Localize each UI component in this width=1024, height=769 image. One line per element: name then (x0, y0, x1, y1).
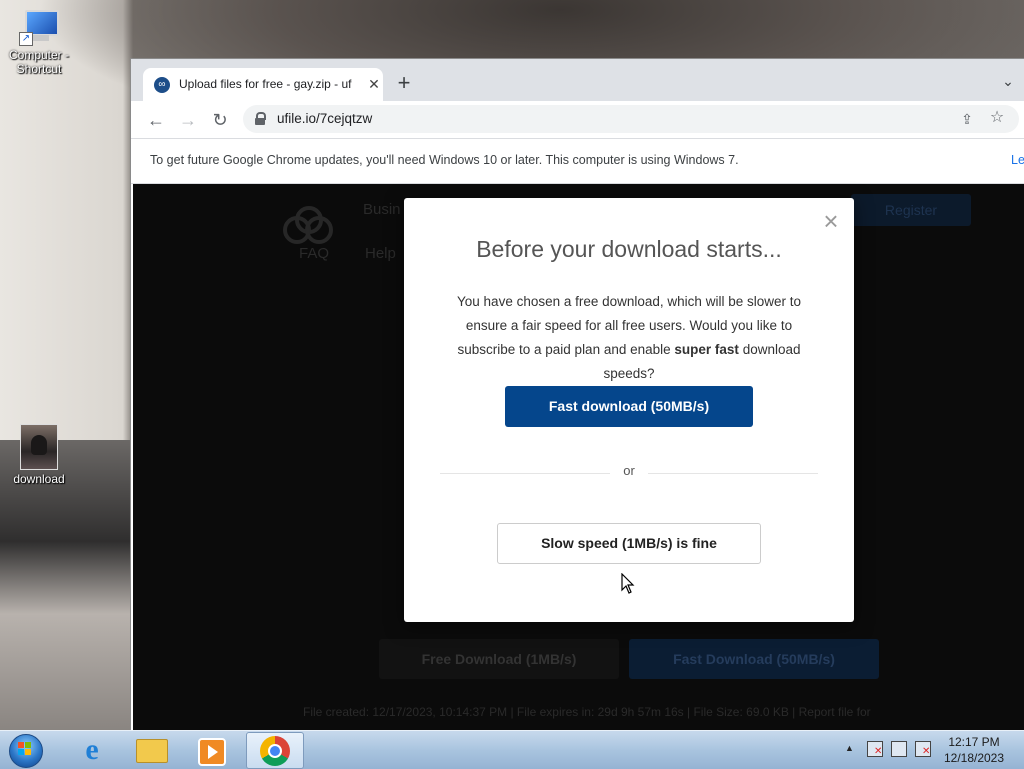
fast-download-button[interactable]: Fast download (50MB/s) (505, 386, 753, 427)
tab-title: Upload files for free - gay.zip - uf (179, 77, 352, 91)
media-player-icon (198, 738, 226, 766)
infobar-learn-more-link[interactable]: Le (1011, 153, 1024, 167)
address-bar[interactable]: ufile.io/7cejqtzw ⇪ ☆ (243, 105, 1019, 133)
windows-flag-icon (18, 742, 32, 756)
tab-search-chevron-icon[interactable]: ⌄ (999, 73, 1017, 91)
modal-title: Before your download starts... (476, 236, 782, 262)
taskbar-media-player[interactable] (182, 732, 238, 767)
nav-faq-link[interactable]: FAQ (299, 245, 329, 262)
update-infobar: To get future Google Chrome updates, you… (131, 139, 1024, 184)
folder-icon (136, 739, 168, 763)
modal-body: You have chosen a free download, which w… (436, 290, 822, 386)
browser-toolbar: ← → ↻ ufile.io/7cejqtzw ⇪ ☆ (131, 101, 1024, 139)
taskbar-chrome[interactable] (246, 732, 304, 769)
new-tab-button[interactable]: + (393, 72, 415, 94)
desktop-icon-label: Computer - Shortcut (8, 48, 70, 76)
share-icon[interactable]: ⇪ (957, 109, 977, 129)
clock-date: 12/18/2023 (943, 751, 1005, 765)
clock-time: 12:17 PM (948, 735, 1000, 749)
nav-business-link[interactable]: Busin (363, 201, 401, 218)
taskbar-internet-explorer[interactable]: e (62, 732, 118, 767)
infobar-message: To get future Google Chrome updates, you… (150, 153, 739, 167)
ufile-favicon-icon: ∞ (154, 77, 170, 93)
forward-arrow-icon[interactable]: → (175, 107, 201, 133)
register-button[interactable]: Register (851, 194, 971, 226)
lock-icon (255, 112, 266, 125)
reload-icon[interactable]: ↻ (207, 107, 233, 133)
network-icon[interactable] (891, 741, 907, 757)
taskbar-file-explorer[interactable] (122, 732, 178, 767)
start-button[interactable] (6, 733, 46, 768)
image-file-icon (20, 424, 58, 470)
free-download-button[interactable]: Free Download (1MB/s) (379, 639, 619, 679)
desktop-icon-computer[interactable]: ↗ Computer - Shortcut (2, 10, 76, 76)
tab-close-icon[interactable]: ✕ (365, 75, 383, 93)
volume-muted-icon[interactable] (915, 741, 931, 757)
or-separator: or (623, 463, 635, 478)
file-info-footer: File created: 12/17/2023, 10:14:37 PM | … (303, 705, 871, 719)
nav-help-link[interactable]: Help (365, 245, 396, 262)
fast-download-page-button[interactable]: Fast Download (50MB/s) (629, 639, 879, 679)
desktop-icon-label: download (13, 472, 65, 486)
taskbar-clock[interactable]: 12:17 PM 12/18/2023 (934, 734, 1014, 766)
close-icon[interactable]: × (820, 208, 842, 234)
download-modal: × Before your download starts... You hav… (404, 198, 854, 622)
chrome-icon (260, 736, 290, 766)
modal-body-emphasis: super fast (674, 342, 739, 357)
internet-explorer-icon: e (85, 733, 99, 766)
taskbar: e ▲ 12:17 PM 12/18/2023 (0, 730, 1024, 769)
bookmark-star-icon[interactable]: ☆ (987, 108, 1007, 128)
slow-download-button[interactable]: Slow speed (1MB/s) is fine (497, 523, 761, 564)
desktop-icon-download[interactable]: download (2, 424, 76, 486)
back-arrow-icon[interactable]: ← (143, 107, 169, 133)
address-url[interactable]: ufile.io/7cejqtzw (277, 111, 372, 126)
show-hidden-icons-arrow[interactable]: ▲ (845, 743, 854, 753)
action-center-flag-icon[interactable] (867, 741, 883, 757)
tab-strip: ∞ Upload files for free - gay.zip - uf ✕… (131, 59, 1024, 101)
computer-icon: ↗ (19, 10, 59, 46)
ufile-logo-icon (283, 206, 333, 244)
browser-tab[interactable]: ∞ Upload files for free - gay.zip - uf ✕ (143, 68, 383, 101)
